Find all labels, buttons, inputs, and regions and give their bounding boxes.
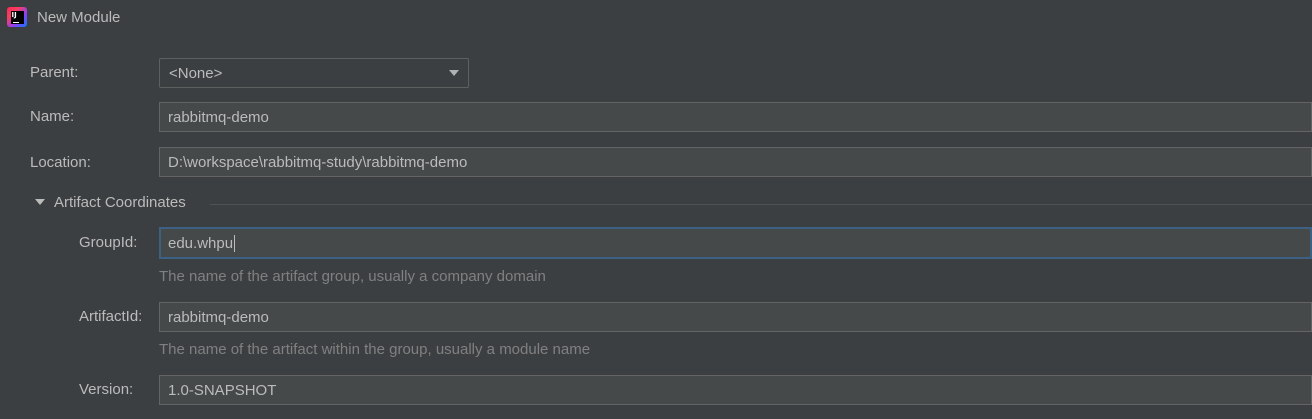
- intellij-idea-icon: IJ: [7, 7, 27, 27]
- location-label: Location:: [30, 154, 91, 171]
- section-divider: [210, 204, 1312, 205]
- group-id-input-value: edu.whpu: [168, 234, 234, 252]
- artifact-id-label: ArtifactId:: [79, 308, 143, 325]
- logo-mark: IJ: [10, 10, 24, 24]
- artifact-section-title[interactable]: Artifact Coordinates: [54, 194, 186, 211]
- artifact-id-hint: The name of the artifact within the grou…: [159, 341, 591, 358]
- version-input[interactable]: 1.0-SNAPSHOT: [159, 375, 1312, 405]
- location-input-value: D:\workspace\rabbitmq-study\rabbitmq-dem…: [168, 153, 468, 171]
- name-input-value: rabbitmq-demo: [168, 108, 269, 126]
- group-id-input[interactable]: edu.whpu: [159, 227, 1312, 259]
- version-input-value: 1.0-SNAPSHOT: [168, 381, 277, 399]
- location-input[interactable]: D:\workspace\rabbitmq-study\rabbitmq-dem…: [159, 147, 1312, 177]
- triangle-down-icon[interactable]: [35, 199, 45, 205]
- version-label: Version:: [79, 381, 134, 398]
- text-cursor: [234, 234, 236, 252]
- window-title: New Module: [37, 9, 121, 26]
- name-label: Name:: [30, 108, 75, 125]
- group-id-label: GroupId:: [79, 234, 138, 251]
- title-bar: IJ New Module: [0, 0, 1312, 38]
- parent-label: Parent:: [30, 64, 79, 81]
- artifact-id-input-value: rabbitmq-demo: [168, 308, 269, 326]
- parent-selected-value: <None>: [169, 64, 223, 82]
- chevron-down-icon[interactable]: [449, 70, 459, 76]
- new-module-dialog: IJ New Module Parent: <None> Name: rabbi…: [0, 0, 1312, 419]
- group-id-hint: The name of the artifact group, usually …: [159, 268, 546, 285]
- parent-dropdown[interactable]: <None>: [159, 58, 469, 88]
- artifact-id-input[interactable]: rabbitmq-demo: [159, 302, 1312, 332]
- name-input[interactable]: rabbitmq-demo: [159, 102, 1312, 132]
